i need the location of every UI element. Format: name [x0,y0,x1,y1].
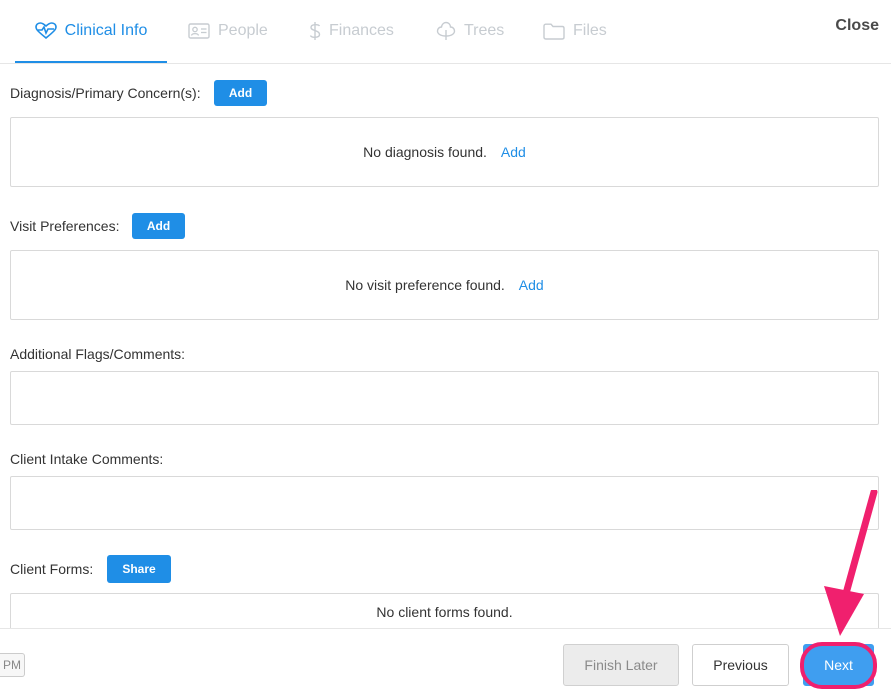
empty-text: No diagnosis found. [363,144,487,160]
heartbeat-icon [34,21,57,40]
add-visit-preference-link[interactable]: Add [519,277,544,293]
finish-later-button[interactable]: Finish Later [563,644,679,686]
tab-label: Clinical Info [64,21,148,39]
id-card-icon [188,23,210,39]
visit-preferences-list: No visit preference found. Add [10,250,879,320]
tree-icon [436,21,456,41]
empty-text: No visit preference found. [345,277,505,293]
add-visit-preference-button[interactable]: Add [132,213,185,239]
tab-trees[interactable]: Trees [436,0,504,62]
client-intake-textarea[interactable] [10,476,879,530]
client-forms-label: Client Forms: [10,561,94,577]
tab-people[interactable]: People [188,0,268,62]
client-forms-empty-state: No client forms found. [11,594,878,629]
visit-preferences-label: Visit Preferences: [10,218,120,234]
time-suffix-badge: PM [0,653,25,677]
add-diagnosis-link[interactable]: Add [501,144,526,160]
previous-button[interactable]: Previous [692,644,789,686]
tab-bar: Clinical Info People Finances Trees File… [0,0,891,64]
tab-finances[interactable]: Finances [309,0,394,62]
close-button[interactable]: Close [835,17,879,35]
diagnosis-empty-state: No diagnosis found. Add [11,118,878,186]
additional-flags-label: Additional Flags/Comments: [10,346,186,362]
folder-icon [543,23,565,40]
dollar-icon [309,21,321,41]
tab-label: Files [573,22,607,39]
tab-files[interactable]: Files [543,0,607,62]
next-button[interactable]: Next [803,644,874,686]
tab-clinical-info[interactable]: Clinical Info [15,0,167,63]
diagnosis-label: Diagnosis/Primary Concern(s): [10,85,201,101]
add-diagnosis-button[interactable]: Add [214,80,267,106]
empty-text: No client forms found. [376,603,513,620]
additional-flags-textarea[interactable] [10,371,879,425]
tab-label: Finances [329,22,394,39]
diagnosis-list: No diagnosis found. Add [10,117,879,187]
visit-preferences-empty-state: No visit preference found. Add [11,251,878,319]
tab-label: Trees [464,22,505,39]
share-client-forms-button[interactable]: Share [107,555,171,583]
tab-label: People [218,22,268,39]
client-intake-label: Client Intake Comments: [10,451,164,467]
